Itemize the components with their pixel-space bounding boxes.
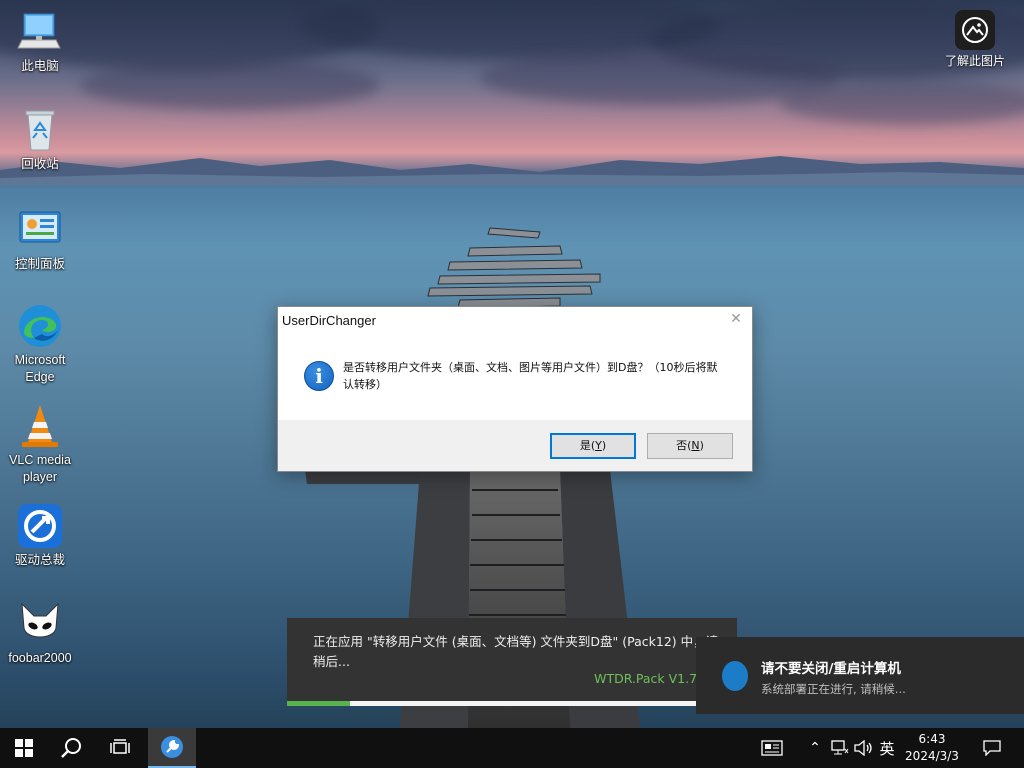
- desktop-icon-control-panel[interactable]: 控制面板: [0, 206, 80, 273]
- dialog-title: UserDirChanger: [282, 313, 376, 328]
- search-button[interactable]: [48, 728, 96, 768]
- taskbar-app-wtdr[interactable]: [148, 728, 196, 768]
- desktop-icon-recycle-bin[interactable]: 回收站: [0, 106, 80, 173]
- progress-bar: [287, 701, 737, 706]
- search-icon: [61, 738, 81, 758]
- dialog-button-bar: 是(Y) 否(N): [278, 420, 752, 471]
- desktop-icon-edge[interactable]: Microsoft Edge: [0, 302, 80, 386]
- clock-time: 6:43: [918, 732, 946, 746]
- desktop-icon-foobar2000[interactable]: foobar2000: [0, 600, 80, 667]
- control-panel-icon: [19, 211, 61, 243]
- driver-tool-icon: [18, 504, 62, 548]
- network-button[interactable]: [828, 728, 852, 768]
- desktop-icon-label: 控制面板: [14, 257, 65, 271]
- no-button-label: 否: [676, 439, 688, 452]
- computer-icon: [17, 13, 61, 49]
- notification-app-icon: [722, 661, 748, 691]
- desktop-icon-label: 了解此图片: [944, 54, 1005, 68]
- clock-date: 2024/3/3: [905, 749, 959, 763]
- network-icon: [831, 740, 849, 755]
- task-view-button[interactable]: [96, 728, 144, 768]
- desktop-icon-label: 回收站: [21, 157, 59, 171]
- close-icon[interactable]: ✕: [728, 311, 744, 327]
- info-icon: i: [304, 361, 334, 391]
- news-widget-button[interactable]: [756, 728, 788, 768]
- task-view-icon: [110, 739, 130, 754]
- desktop-icon-learn-picture[interactable]: 了解此图片: [935, 10, 1015, 69]
- notification-icon: [983, 740, 1001, 756]
- taskbar: ⌃ 英 6:43 2024/3/3: [0, 728, 1024, 768]
- ime-language-button[interactable]: 英: [876, 728, 898, 768]
- userdirchanger-dialog: UserDirChanger ✕ i 是否转移用户文件夹（桌面、文档、图片等用户…: [277, 306, 753, 472]
- desktop-icon-label: 此电脑: [21, 59, 59, 73]
- edge-browser-icon: [19, 305, 61, 347]
- volume-button[interactable]: [852, 728, 876, 768]
- desktop-icon-vlc[interactable]: VLC media player: [0, 402, 80, 486]
- camera-info-icon: [955, 10, 995, 50]
- foobar-alien-icon: [21, 602, 59, 638]
- yes-button[interactable]: 是(Y): [550, 433, 636, 459]
- chevron-up-icon: ⌃: [809, 740, 821, 756]
- windows-logo-icon: [15, 739, 33, 757]
- volume-icon: [854, 740, 872, 756]
- no-button[interactable]: 否(N): [647, 433, 733, 459]
- desktop-icon-driver-president[interactable]: 驱动总裁: [0, 502, 80, 569]
- dialog-message: 是否转移用户文件夹（桌面、文档、图片等用户文件）到D盘？（10秒后将默认转移）: [343, 361, 718, 391]
- desktop-icon-label: 驱动总裁: [14, 553, 65, 567]
- deployment-progress-panel: 正在应用 "转移用户文件 (桌面、文档等) 文件夹到D盘" (Pack12) 中…: [287, 618, 737, 706]
- desktop-icon-label: Microsoft Edge: [14, 353, 66, 384]
- recycle-bin-icon: [25, 110, 55, 151]
- desktop-icon-this-pc[interactable]: 此电脑: [0, 8, 80, 75]
- notification-toast[interactable]: 请不要关闭/重启计算机 系统部署正在进行, 请稍候...: [696, 637, 1024, 714]
- news-icon: [761, 740, 783, 756]
- desktop-icon-label: VLC media player: [9, 453, 71, 484]
- wrench-app-icon: [161, 736, 183, 758]
- toast-title: 请不要关闭/重启计算机: [761, 661, 901, 677]
- vlc-cone-icon: [22, 405, 58, 447]
- notification-center-button[interactable]: [978, 728, 1006, 768]
- yes-button-accel: Y: [595, 439, 602, 452]
- start-button[interactable]: [0, 728, 48, 768]
- taskbar-clock[interactable]: 6:43 2024/3/3: [900, 731, 964, 765]
- toast-subtitle: 系统部署正在进行, 请稍候...: [761, 682, 906, 696]
- version-label: WTDR.Pack V1.7.1: [594, 671, 709, 686]
- yes-button-label: 是: [579, 439, 591, 452]
- ime-indicator: 英: [879, 739, 895, 758]
- desktop-icon-label: foobar2000: [8, 651, 72, 665]
- show-hidden-icons-button[interactable]: ⌃: [806, 728, 824, 768]
- progress-status-text: 正在应用 "转移用户文件 (桌面、文档等) 文件夹到D盘" (Pack12) 中…: [313, 634, 719, 669]
- progress-bar-fill: [287, 701, 350, 706]
- no-button-accel: N: [691, 439, 700, 452]
